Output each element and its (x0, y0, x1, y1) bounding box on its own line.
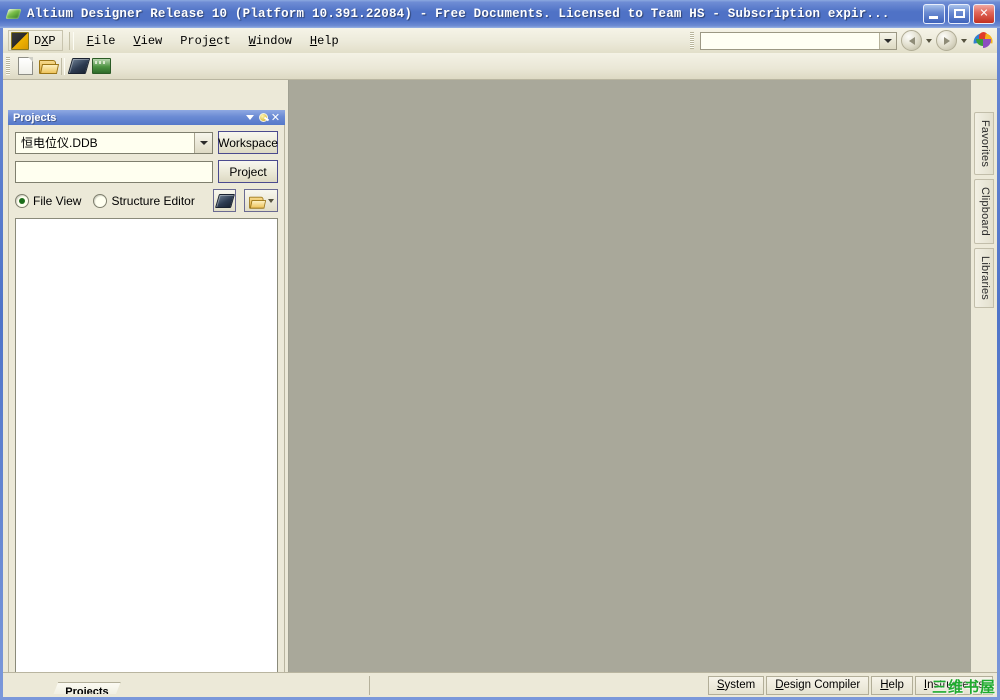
ddb-input[interactable] (16, 131, 194, 154)
panel-pin-button[interactable] (256, 111, 269, 124)
status-button-system[interactable]: System (707, 675, 765, 695)
chevron-down-icon (268, 198, 274, 203)
status-bar-buttons: System Design Compiler Help Instruments (707, 675, 993, 695)
view-mode-row: File View Structure Editor (15, 189, 278, 212)
dock-tab-clipboard[interactable]: Clipboard (974, 179, 994, 244)
radio-structure-editor-label: Structure Editor (111, 193, 195, 208)
dock-tab-libraries[interactable]: Libraries (974, 247, 994, 308)
address-input[interactable] (701, 31, 879, 50)
radio-file-view-label: File View (33, 193, 82, 208)
pcb-board-icon (91, 58, 111, 74)
menu-item-window[interactable]: Window (240, 31, 301, 51)
projects-panel-body: Workspace Project File View Struct (8, 125, 285, 686)
close-icon: ✕ (979, 7, 989, 20)
status-button-help[interactable]: Help (871, 675, 913, 695)
main-toolbar-grip[interactable] (6, 57, 10, 75)
back-dropdown-icon[interactable] (926, 38, 932, 43)
status-button-instruments[interactable]: Instruments (914, 675, 993, 695)
address-dropdown-button[interactable] (879, 32, 896, 49)
address-combo[interactable] (700, 31, 897, 50)
arrow-left-icon (908, 36, 915, 45)
project-tree-view[interactable] (15, 218, 278, 681)
open-folder-icon (249, 195, 267, 209)
ddb-dropdown-button[interactable] (194, 132, 212, 153)
radio-structure-editor[interactable]: Structure Editor (93, 193, 195, 208)
menu-item-file[interactable]: File (78, 31, 125, 51)
new-document-button[interactable] (14, 55, 36, 77)
project-filter-input[interactable] (16, 160, 212, 183)
projects-panel: Projects ✕ 恒电位仪.DDB Workspace Project Fi… (3, 80, 288, 694)
menu-bar: DXP File View Project Window Help (3, 28, 997, 53)
pin-icon (257, 112, 268, 123)
device-view-button[interactable] (67, 55, 91, 77)
ddb-selector-row: Workspace (15, 131, 278, 154)
project-filter-row: Project (15, 160, 278, 183)
chevron-down-icon (245, 115, 254, 120)
status-bar: System Design Compiler Help Instruments (3, 672, 997, 697)
chip-icon (214, 193, 235, 208)
altium-gem-icon (5, 6, 22, 22)
ddb-combo[interactable] (15, 131, 213, 154)
radio-structure-editor-indicator (93, 193, 108, 208)
chevron-down-icon (199, 140, 208, 145)
main-toolbar (3, 53, 997, 80)
chevron-down-icon (884, 38, 892, 43)
arrow-right-icon (943, 36, 950, 45)
close-icon: ✕ (270, 112, 281, 124)
project-button[interactable]: Project (218, 160, 278, 183)
window-title: Altium Designer Release 10 (Platform 10.… (27, 7, 890, 21)
close-button[interactable]: ✕ (973, 4, 995, 24)
project-filter-field[interactable] (15, 160, 213, 183)
document-workspace[interactable] (288, 80, 972, 694)
right-panel-dock: Favorites Clipboard Libraries (971, 80, 997, 694)
maximize-icon (954, 9, 965, 18)
menu-separator (68, 31, 74, 50)
dock-tab-favorites[interactable]: Favorites (974, 112, 994, 176)
menu-item-help[interactable]: Help (301, 31, 348, 51)
dxp-logo-icon (11, 31, 29, 50)
pcb-board-button[interactable] (90, 55, 112, 77)
menu-item-dxp[interactable]: DXP (8, 30, 63, 51)
projects-panel-title: Projects (13, 111, 57, 124)
toolbar-separator (61, 57, 65, 75)
back-button[interactable] (901, 30, 922, 51)
menu-item-dxp-label: DXP (34, 33, 56, 48)
maximize-button[interactable] (948, 4, 970, 24)
document-options-button[interactable] (213, 189, 236, 212)
panel-close-button[interactable]: ✕ (269, 111, 282, 124)
forward-dropdown-icon[interactable] (961, 38, 967, 43)
altium-umbrella-icon[interactable] (972, 31, 994, 50)
minimize-icon (929, 16, 938, 19)
client-area: DXP File View Project Window Help Favori… (3, 28, 997, 694)
minimize-button[interactable] (923, 4, 945, 24)
projects-panel-title-bar: Projects ✕ (8, 110, 285, 125)
menu-bar-right-tools (690, 30, 994, 51)
panel-tab-projects[interactable]: Projects (51, 682, 120, 694)
menu-item-project[interactable]: Project (171, 31, 239, 51)
window-controls: ✕ (923, 4, 995, 24)
status-filler (370, 676, 708, 695)
chip-icon (67, 58, 91, 74)
workspace-button[interactable]: Workspace (218, 131, 278, 154)
open-folder-icon (38, 59, 59, 74)
forward-button[interactable] (936, 30, 957, 51)
open-document-button[interactable] (36, 55, 59, 77)
radio-file-view-indicator (15, 193, 29, 208)
panel-menu-button[interactable] (243, 111, 256, 124)
title-bar: Altium Designer Release 10 (Platform 10.… (0, 0, 1000, 28)
menu-item-view[interactable]: View (124, 31, 171, 51)
toolbar-grip[interactable] (690, 32, 694, 49)
radio-file-view[interactable]: File View (15, 193, 82, 208)
new-document-icon (17, 57, 33, 75)
application-window: Altium Designer Release 10 (Platform 10.… (0, 0, 1000, 700)
status-button-design-compiler[interactable]: Design Compiler (766, 675, 870, 695)
open-document-dropdown-button[interactable] (244, 189, 278, 212)
